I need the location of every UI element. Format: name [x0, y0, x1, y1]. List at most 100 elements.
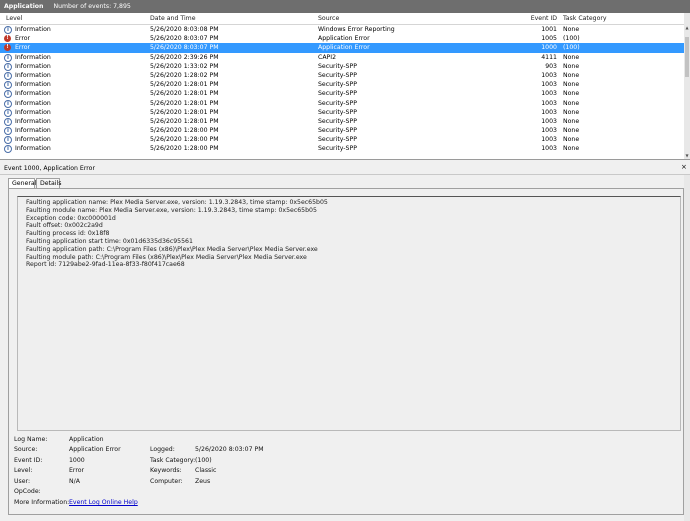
table-row[interactable]: i Information 5/26/2020 2:39:26 PM CAPI2 411…: [0, 53, 690, 62]
row-source: Security-SPP: [318, 108, 357, 116]
table-row[interactable]: ! Error 5/26/2020 8:03:07 PM Application Er…: [0, 34, 690, 43]
row-date: 5/26/2020 1:28:02 PM: [150, 71, 219, 79]
row-task-category: None: [563, 127, 580, 135]
column-header-source[interactable]: Source: [318, 15, 339, 22]
description-line: Fault offset: 0x002c2a9d: [26, 222, 103, 230]
table-row[interactable]: i Information 5/26/2020 1:28:00 PM Security…: [0, 144, 690, 154]
row-date: 5/26/2020 8:03:07 PM: [150, 44, 219, 52]
column-header-level[interactable]: Level: [6, 15, 22, 22]
close-icon[interactable]: ×: [681, 163, 687, 171]
scroll-up-icon[interactable]: ▲: [684, 25, 690, 31]
keywords-label: Keywords:: [150, 467, 182, 474]
computer-label: Computer:: [150, 478, 183, 485]
row-level: Information: [15, 136, 51, 144]
row-event-id: 1003: [541, 136, 557, 144]
description-line: Faulting application path: C:\Program Fi…: [26, 245, 318, 253]
error-icon: !: [4, 44, 11, 52]
description-line: Report Id: 7129abe2-9fad-11ea-8f33-f80f4…: [26, 261, 185, 269]
user-value: N/A: [69, 478, 80, 485]
keywords-value: Classic: [195, 467, 217, 474]
table-row[interactable]: i Information 5/26/2020 1:28:00 PM Security…: [0, 126, 690, 136]
column-header-date[interactable]: Date and Time: [150, 15, 196, 22]
description-line: Faulting application name: Plex Media Se…: [26, 199, 328, 206]
description-line: Faulting module name: Plex Media Server.…: [26, 206, 317, 214]
log-title: Application: [4, 3, 44, 10]
table-row[interactable]: i Information 5/26/2020 1:28:01 PM Security…: [0, 117, 690, 126]
info-icon: i: [4, 99, 12, 108]
tab-details[interactable]: Details: [36, 178, 61, 188]
row-source: Security-SPP: [318, 136, 357, 144]
description-line: Faulting application start time: 0x01d63…: [26, 238, 193, 245]
row-event-id: 1003: [541, 81, 557, 89]
row-level: Information: [15, 117, 51, 125]
scroll-thumb[interactable]: [685, 37, 689, 77]
row-level: Information: [15, 108, 51, 116]
row-source: Windows Error Reporting: [318, 26, 395, 33]
table-row[interactable]: i Information 5/26/2020 1:28:02 PM Security…: [0, 71, 690, 80]
info-icon: i: [4, 53, 12, 62]
log-name-value: Application: [69, 436, 104, 443]
list-scrollbar[interactable]: ▲ ▼: [684, 13, 690, 159]
row-event-id: 903: [545, 62, 557, 70]
event-detail-title: Event 1000, Application Error: [4, 165, 95, 172]
info-icon: i: [4, 26, 12, 34]
level-label: Level:: [14, 467, 33, 474]
row-level: Information: [15, 99, 51, 107]
scroll-down-icon[interactable]: ▼: [684, 153, 690, 159]
row-task-category: None: [563, 62, 580, 70]
user-label: User:: [14, 478, 31, 485]
info-icon: i: [4, 145, 12, 154]
table-row[interactable]: ! Error 5/26/2020 8:03:07 PM Application Er…: [0, 43, 690, 53]
row-event-id: 1000: [541, 44, 557, 52]
source-value: Application Error: [69, 446, 121, 453]
event-detail-header: Event 1000, Application Error ×: [0, 163, 690, 175]
task-category-label: Task Category:: [150, 457, 196, 464]
event-rows: i Information 5/26/2020 8:03:08 PM Windows …: [0, 25, 690, 154]
error-icon: !: [4, 35, 11, 43]
row-date: 5/26/2020 8:03:07 PM: [150, 35, 219, 43]
row-event-id: 1003: [541, 108, 557, 116]
description-line: Faulting module path: C:\Program Files (…: [26, 253, 307, 261]
row-source: Security-SPP: [318, 145, 357, 153]
table-row[interactable]: i Information 5/26/2020 8:03:08 PM Windows …: [0, 25, 690, 34]
row-task-category: None: [563, 108, 580, 116]
row-date: 5/26/2020 8:03:08 PM: [150, 26, 219, 33]
row-level: Error: [15, 44, 31, 52]
row-date: 5/26/2020 1:28:01 PM: [150, 90, 219, 98]
row-date: 5/26/2020 1:28:00 PM: [150, 145, 219, 153]
table-row[interactable]: i Information 5/26/2020 1:28:00 PM Security…: [0, 135, 690, 145]
table-row[interactable]: i Information 5/26/2020 1:28:01 PM Security…: [0, 108, 690, 117]
detail-scrollbar[interactable]: [684, 175, 690, 521]
column-header-event-id[interactable]: Event ID: [520, 15, 557, 22]
row-level: Information: [15, 53, 51, 61]
event-list[interactable]: Level Date and Time Source Event ID Task…: [0, 13, 690, 160]
row-date: 5/26/2020 1:28:00 PM: [150, 127, 219, 135]
event-log-online-help-link[interactable]: Event Log Online Help: [69, 499, 138, 506]
row-source: Security-SPP: [318, 90, 357, 98]
row-task-category: None: [563, 99, 580, 107]
logged-value: 5/26/2020 8:03:07 PM: [195, 446, 264, 453]
row-task-category: None: [563, 53, 580, 61]
column-header-task-category[interactable]: Task Category: [563, 15, 607, 22]
row-event-id: 1003: [541, 71, 557, 79]
row-source: Security-SPP: [318, 117, 357, 125]
row-level: Information: [15, 62, 51, 70]
row-task-category: None: [563, 26, 580, 33]
row-date: 5/26/2020 2:39:26 PM: [150, 53, 219, 61]
row-task-category: None: [563, 136, 580, 144]
computer-value: Zeus: [195, 478, 211, 485]
table-row[interactable]: i Information 5/26/2020 1:28:01 PM Security…: [0, 89, 690, 99]
event-description[interactable]: Faulting application name: Plex Media Se…: [17, 196, 681, 431]
info-icon: i: [4, 81, 12, 90]
table-row[interactable]: i Information 5/26/2020 1:28:01 PM Security…: [0, 80, 690, 90]
opcode-label: OpCode:: [14, 488, 41, 495]
table-row[interactable]: i Information 5/26/2020 1:28:01 PM Security…: [0, 99, 690, 108]
row-task-category: None: [563, 90, 580, 98]
row-level: Information: [15, 71, 51, 79]
row-event-id: 1003: [541, 145, 557, 153]
row-date: 5/26/2020 1:28:01 PM: [150, 117, 219, 125]
column-header-row: Level Date and Time Source Event ID Task…: [0, 13, 690, 25]
table-row[interactable]: i Information 5/26/2020 1:33:02 PM Security…: [0, 62, 690, 71]
more-info-label: More Information:: [14, 499, 70, 506]
row-level: Information: [15, 90, 51, 98]
